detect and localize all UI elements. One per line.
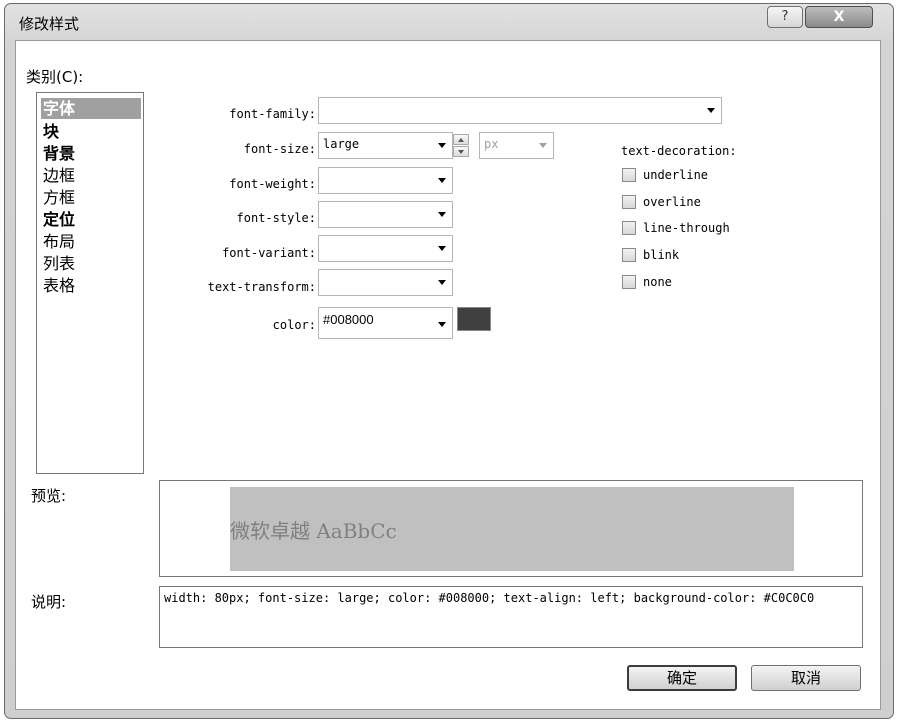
font-variant-select[interactable] [318,235,453,262]
font-size-unit-value: px [484,137,499,151]
category-item-font[interactable]: 字体 [41,98,141,119]
none-checkbox[interactable] [622,275,636,289]
arrow-down-icon [458,150,464,154]
font-weight-label: font-weight: [229,177,316,191]
text-decoration-label: text-decoration: [621,144,737,158]
overline-label: overline [643,195,701,209]
title-bar: 修改样式 ? X [5,4,893,40]
underline-checkbox[interactable] [622,168,636,182]
color-swatch[interactable] [457,307,491,331]
font-weight-select[interactable] [318,167,453,194]
color-value: #008000 [323,312,374,327]
category-item-block[interactable]: 块 [41,121,141,142]
category-item-layout[interactable]: 布局 [41,231,141,252]
chevron-down-icon [438,322,446,327]
blink-label: blink [643,248,680,262]
color-label: color: [272,318,316,332]
description-text: width: 80px; font-size: large; color: #0… [164,591,815,605]
description-box: width: 80px; font-size: large; color: #0… [159,586,863,648]
chevron-down-icon [438,280,446,285]
text-transform-select[interactable] [318,269,453,296]
text-transform-label: text-transform: [207,280,316,294]
spin-up-button[interactable] [453,134,469,145]
category-item-position[interactable]: 定位 [41,209,141,230]
font-variant-label: font-variant: [222,246,316,260]
ok-button[interactable]: 确定 [627,665,737,691]
category-item-table[interactable]: 表格 [41,275,141,296]
category-list[interactable]: 字体 块 背景 边框 方框 定位 布局 列表 表格 [36,92,144,474]
chevron-down-icon [438,212,446,217]
cancel-button[interactable]: 取消 [751,665,861,691]
preview-text: 微软卓越 AaBbCc [230,519,397,543]
preview-label: 预览: [31,487,67,505]
category-item-box[interactable]: 方框 [41,187,141,208]
modify-style-dialog: 修改样式 ? X 类别(C): 字体 块 背景 边框 方框 定位 布局 列表 表… [4,3,894,719]
chevron-down-icon [438,246,446,251]
chevron-down-icon [539,143,547,148]
preview-area: 微软卓越 AaBbCc [159,480,863,577]
color-select[interactable]: #008000 [318,307,453,339]
overline-checkbox[interactable] [622,195,636,209]
arrow-up-icon [458,138,464,142]
property-labels: font-family: font-size: font-weight: fon… [136,41,316,381]
font-family-label: font-family: [229,107,316,121]
font-size-select[interactable]: large [318,132,453,159]
font-style-select[interactable] [318,201,453,228]
font-size-spinner[interactable] [453,134,471,158]
preview-block: 微软卓越 AaBbCc [230,487,794,571]
none-label: none [643,275,672,289]
category-item-background[interactable]: 背景 [41,143,141,164]
chevron-down-icon [438,178,446,183]
font-style-label: font-style: [236,211,316,225]
chevron-down-icon [707,108,715,113]
category-item-border[interactable]: 边框 [41,165,141,186]
font-size-unit-select[interactable]: px [479,132,554,159]
font-family-select[interactable] [318,97,722,124]
close-button[interactable]: X [805,6,873,28]
underline-label: underline [643,168,709,182]
spin-down-button[interactable] [453,146,469,157]
line-through-label: line-through [643,221,730,235]
help-button[interactable]: ? [767,6,803,28]
description-label: 说明: [31,593,67,611]
category-label: 类别(C): [26,68,84,86]
font-size-value: large [323,137,360,151]
line-through-checkbox[interactable] [622,221,636,235]
dialog-title: 修改样式 [19,15,80,33]
category-item-list[interactable]: 列表 [41,253,141,274]
blink-checkbox[interactable] [622,248,636,262]
chevron-down-icon [438,143,446,148]
font-size-label: font-size: [243,142,316,156]
